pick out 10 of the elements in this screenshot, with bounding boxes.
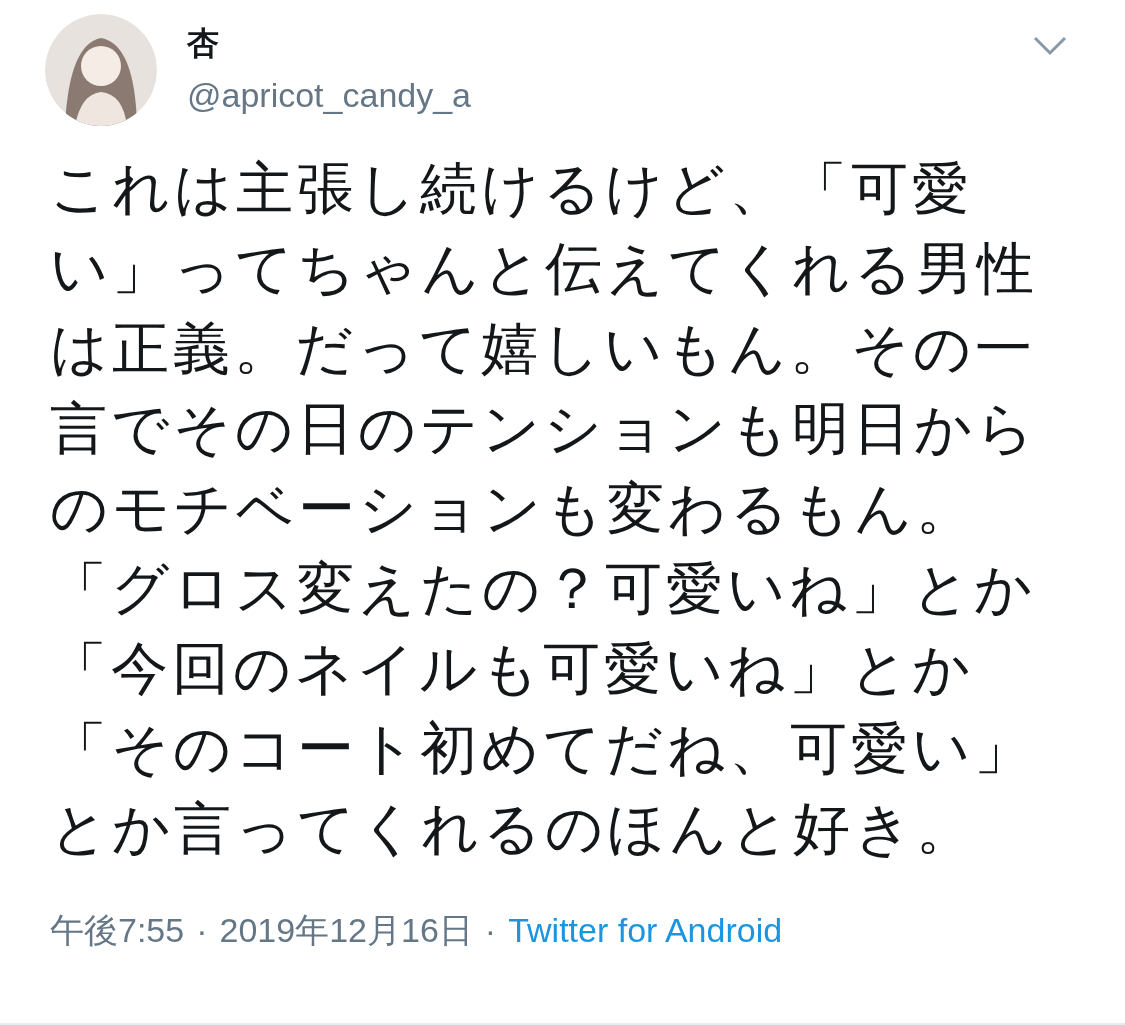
separator-dot: · xyxy=(484,911,497,950)
avatar[interactable] xyxy=(45,14,157,126)
user-name[interactable]: 杏 xyxy=(187,22,219,66)
tweet-time[interactable]: 午後7:55 xyxy=(50,908,185,954)
tweet-date[interactable]: 2019年12月16日 xyxy=(219,908,473,954)
separator-dot: · xyxy=(196,911,208,950)
user-handle[interactable]: @apricot_candy_a xyxy=(187,76,472,115)
tweet-text: これは主張し続けるけど、「可愛い」ってちゃんと伝えてくれる男性は正義。だって嬉しいもん。その一言でその日のテンションも明日からのモチベーションも変わるもん。「グロス変えたの？可愛いね」とか「今回のネイルも可愛いね」とか「そのコート初めてだね、可愛い」とか言ってくれるのほんと好き。 xyxy=(50,154,1039,863)
source-link[interactable]: Twitter for Android xyxy=(508,911,783,950)
chevron-down-icon[interactable] xyxy=(1033,36,1067,56)
